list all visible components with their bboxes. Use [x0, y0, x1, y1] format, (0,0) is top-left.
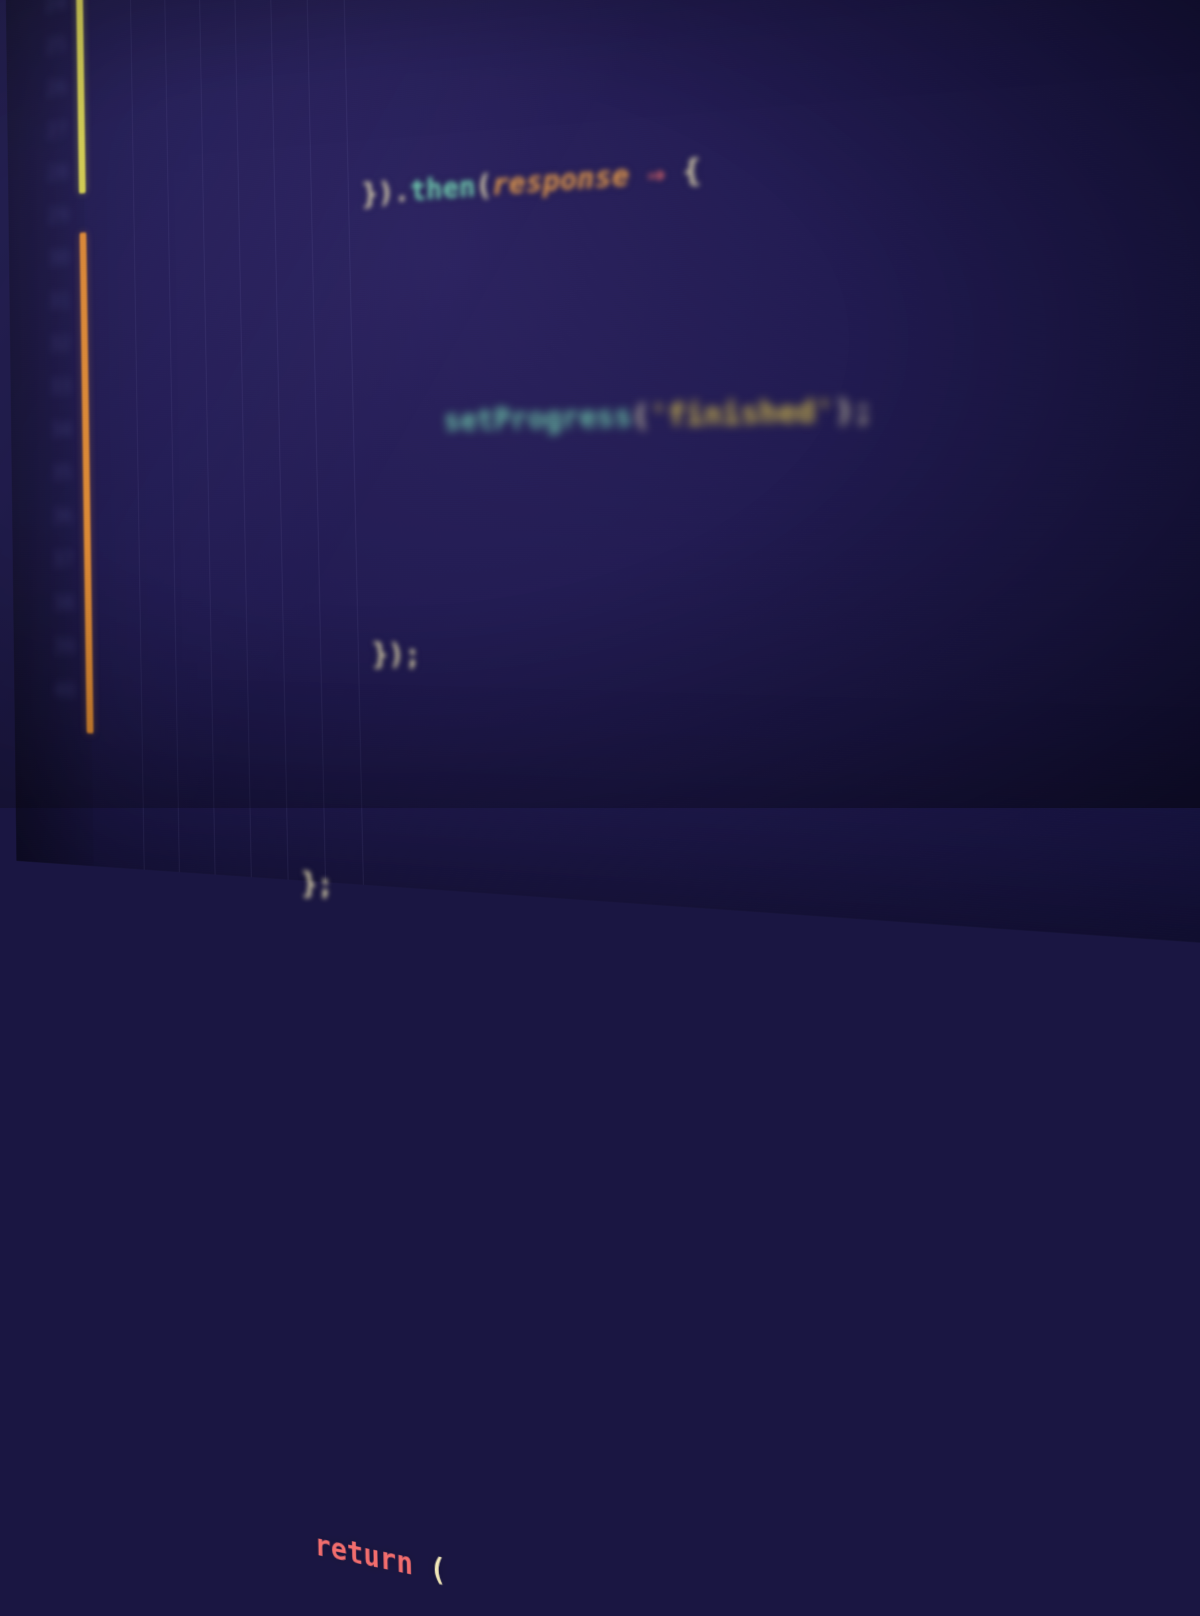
code-body[interactable]: }).then(response ⇒ { setProgress('finish… [96, 0, 1200, 1616]
code-line[interactable]: }; [108, 803, 1200, 939]
string-finished: 'finished' [649, 393, 835, 433]
code-line[interactable]: }); [105, 583, 1200, 652]
code-line[interactable]: setProgress('finished'); [102, 311, 1200, 408]
line-number: 36 [12, 495, 89, 539]
punct: ( [631, 398, 650, 433]
punct: }); [372, 637, 421, 672]
line-number: 34 [11, 409, 88, 454]
line-number: 35 [11, 452, 88, 496]
editor-screen: 24 25 26 27 28 29 30 31 32 33 34 35 36 3… [6, 0, 1200, 968]
punct: ); [834, 392, 874, 429]
line-number: 39 [14, 625, 91, 670]
method-then: then [410, 170, 476, 208]
code-editor-photo: 24 25 26 27 28 29 30 31 32 33 34 35 36 3… [0, 0, 1200, 880]
line-number: 26 [7, 65, 83, 115]
method-setprogress: setProgress [444, 399, 633, 438]
arrow-icon: ⇒ [629, 154, 683, 192]
line-number: 37 [12, 539, 89, 583]
keyword-return: return [314, 1527, 413, 1582]
line-number: 40 [14, 668, 91, 714]
line-number: 38 [13, 582, 90, 626]
code-line[interactable]: return ( [118, 1436, 1200, 1616]
code-line[interactable] [114, 1207, 1200, 1469]
punct: }; [301, 866, 333, 902]
line-number: 30 [9, 236, 85, 283]
line-number: 33 [10, 365, 87, 410]
line-number: 31 [9, 279, 86, 326]
line-number: 29 [8, 193, 84, 241]
line-number: 27 [7, 108, 83, 157]
punct: }). [362, 175, 411, 211]
punct: ( [475, 169, 492, 204]
line-number: 28 [8, 151, 84, 199]
code-line[interactable] [111, 1027, 1200, 1232]
code-line[interactable]: }).then(response ⇒ { [99, 33, 1200, 192]
param-response: response [492, 158, 630, 202]
line-number: 32 [10, 322, 87, 368]
punct: ( [412, 1547, 446, 1589]
punct: { [682, 153, 701, 189]
